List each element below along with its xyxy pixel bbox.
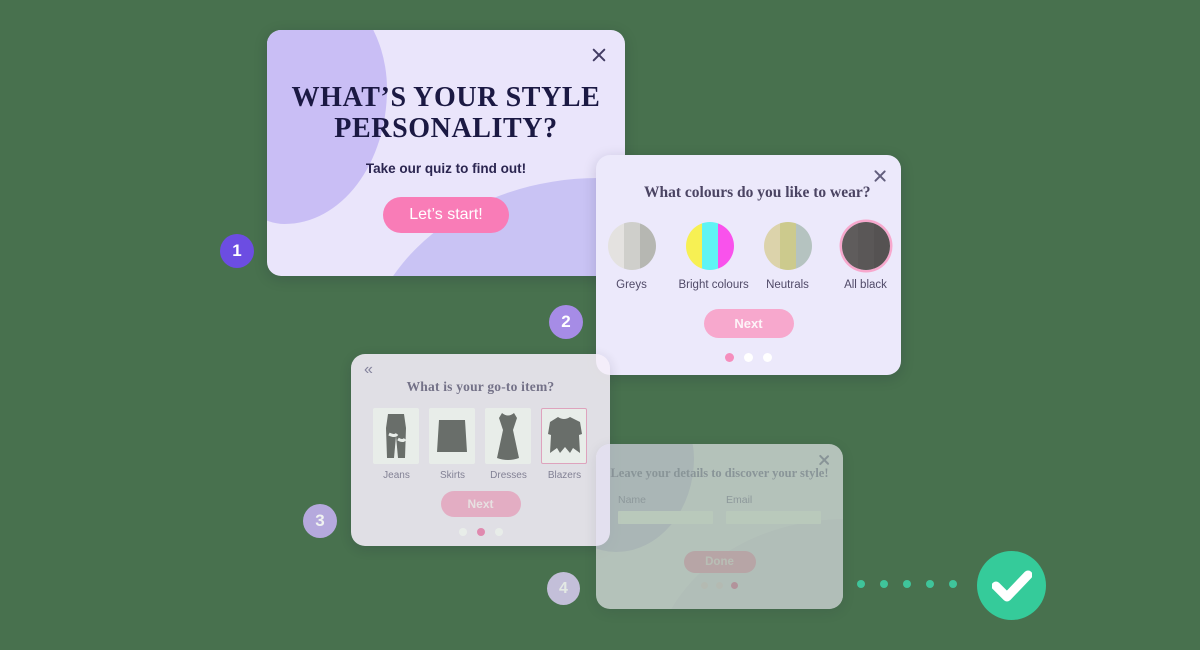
pager-dot-1[interactable] xyxy=(701,582,708,590)
progress-trail xyxy=(857,580,957,588)
item-option-label: Skirts xyxy=(440,470,465,481)
skirt-icon[interactable] xyxy=(428,408,475,464)
step-badge-2: 2 xyxy=(549,305,583,339)
item-option-label: Blazers xyxy=(547,470,582,481)
details-title: Leave your details to discover your styl… xyxy=(610,466,829,480)
page-canvas: WHAT’S YOUR STYLE PERSONALITY? Take our … xyxy=(0,0,1200,650)
item-option-skirts[interactable]: Skirts xyxy=(428,408,477,481)
intro-card: WHAT’S YOUR STYLE PERSONALITY? Take our … xyxy=(267,30,625,276)
next-button[interactable]: Next xyxy=(703,309,794,338)
trail-dot xyxy=(949,580,957,588)
pager-dot-3[interactable] xyxy=(494,528,503,536)
name-field-group: Name xyxy=(618,494,713,527)
item-option-label: Jeans xyxy=(383,470,410,481)
colour-swatch[interactable] xyxy=(763,222,812,270)
colour-option-label: Bright colours xyxy=(678,279,749,291)
pager-dots xyxy=(351,528,610,536)
pager-dot-2[interactable] xyxy=(716,582,723,590)
success-badge xyxy=(977,551,1046,620)
item-option-jeans[interactable]: Jeans xyxy=(372,408,421,481)
intro-card-content: WHAT’S YOUR STYLE PERSONALITY? Take our … xyxy=(267,30,625,233)
close-icon[interactable] xyxy=(870,166,889,185)
pager-dot-2[interactable] xyxy=(476,528,485,536)
pager-dot-2[interactable] xyxy=(744,353,753,362)
item-option-blazers[interactable]: Blazers xyxy=(540,408,589,481)
page-title: WHAT’S YOUR STYLE PERSONALITY? xyxy=(291,82,601,145)
pager-dot-3[interactable] xyxy=(763,353,772,362)
name-field-label: Name xyxy=(618,494,647,507)
next-button[interactable]: Next xyxy=(440,491,521,517)
dress-icon[interactable] xyxy=(484,408,531,464)
colour-options: Greys Bright colours Neutrals All black xyxy=(596,222,901,291)
details-fields: Name Email xyxy=(596,481,843,527)
details-card-content: Leave your details to discover your styl… xyxy=(596,444,843,590)
question-title: What is your go-to item? xyxy=(406,379,555,394)
trail-dot xyxy=(857,580,865,588)
item-option-label: Dresses xyxy=(490,470,527,481)
step-badge-4: 4 xyxy=(547,572,580,605)
done-button[interactable]: Done xyxy=(683,551,756,574)
colour-option-label: All black xyxy=(844,279,887,291)
item-options: Jeans Skirts Dresses Blazers xyxy=(351,408,610,481)
colour-option-label: Neutrals xyxy=(766,279,809,291)
item-option-dresses[interactable]: Dresses xyxy=(484,408,533,481)
step-badge-3: 3 xyxy=(303,504,337,538)
colours-question-card: What colours do you like to wear? Greys … xyxy=(596,155,901,375)
back-chevron-icon[interactable]: « xyxy=(364,362,373,378)
close-icon[interactable] xyxy=(816,452,832,468)
email-field-group: Email xyxy=(726,494,821,527)
colour-swatch[interactable] xyxy=(685,222,734,270)
lets-start-button[interactable]: Let’s start! xyxy=(383,196,509,233)
colour-option-label: Greys xyxy=(616,279,647,291)
details-card: Leave your details to discover your styl… xyxy=(596,444,843,609)
trail-dot xyxy=(880,580,888,588)
email-input[interactable] xyxy=(726,511,821,525)
colour-option-neutrals[interactable]: Neutrals xyxy=(757,222,819,291)
email-field-label: Email xyxy=(726,494,753,507)
blazer-icon[interactable] xyxy=(540,408,587,464)
trail-dot xyxy=(903,580,911,588)
colour-swatch-selected[interactable] xyxy=(841,222,890,270)
pager-dot-3[interactable] xyxy=(731,582,738,590)
colour-option-bright-colours[interactable]: Bright colours xyxy=(678,222,749,291)
colour-option-all-black[interactable]: All black xyxy=(835,222,897,291)
trail-dot xyxy=(926,580,934,588)
pager-dots xyxy=(596,353,901,362)
pager-dot-1[interactable] xyxy=(458,528,467,536)
check-icon xyxy=(991,570,1032,601)
jeans-icon[interactable] xyxy=(372,408,419,464)
question-title: What colours do you like to wear? xyxy=(644,184,871,201)
name-input[interactable] xyxy=(618,511,713,525)
step-badge-1: 1 xyxy=(220,234,254,268)
items-question-card: « What is your go-to item? Jeans Skirts … xyxy=(351,354,610,546)
pager-dots xyxy=(596,582,843,590)
pager-dot-1[interactable] xyxy=(725,353,734,362)
intro-subtitle: Take our quiz to find out! xyxy=(365,160,527,176)
